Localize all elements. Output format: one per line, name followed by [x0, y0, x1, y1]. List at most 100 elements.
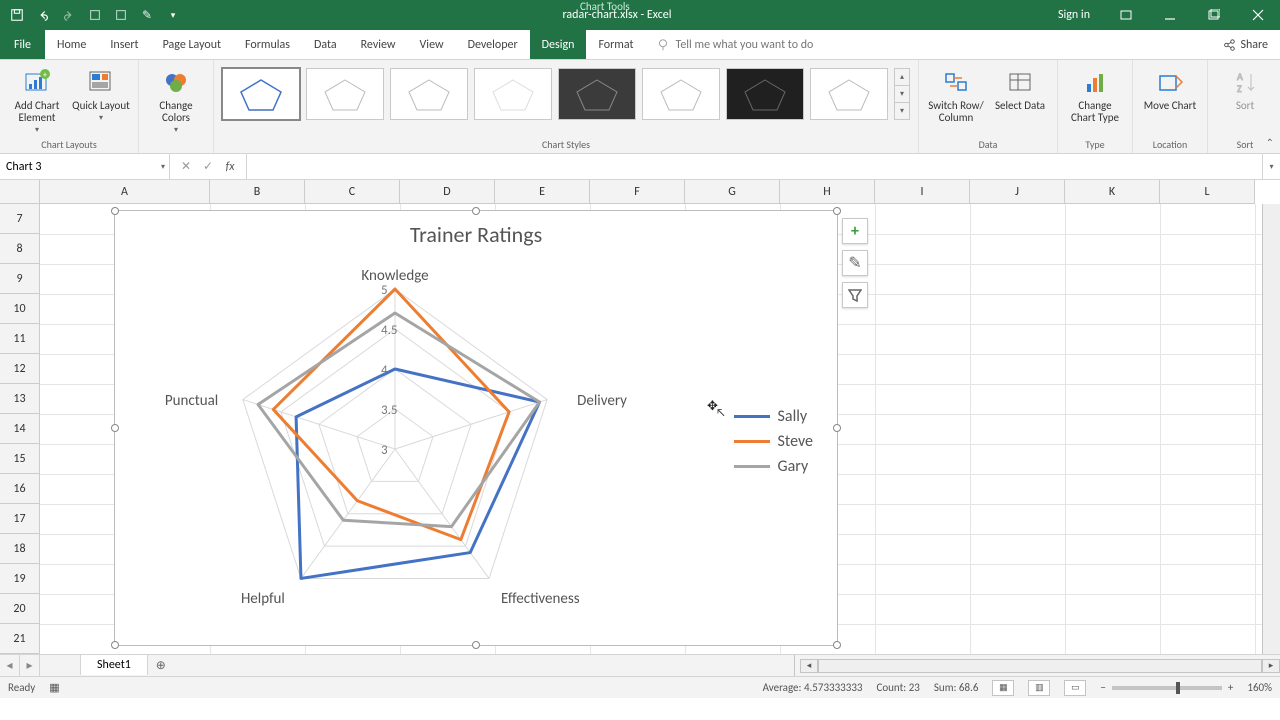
- row-header[interactable]: 13: [0, 384, 40, 414]
- quick-layout-button[interactable]: Quick Layout▾: [72, 62, 130, 124]
- row-header[interactable]: 19: [0, 564, 40, 594]
- chart-plot-area[interactable]: KnowledgeDeliveryEffectivenessHelpfulPun…: [195, 259, 655, 619]
- row-header[interactable]: 8: [0, 234, 40, 264]
- row-header[interactable]: 14: [0, 414, 40, 444]
- chart-filters-button[interactable]: [842, 282, 868, 308]
- select-all-cell[interactable]: [0, 180, 40, 204]
- select-data-button[interactable]: Select Data: [991, 62, 1049, 112]
- tab-scroll-left-icon[interactable]: ◂: [0, 655, 20, 676]
- qat-btn-1[interactable]: [84, 4, 106, 26]
- undo-icon[interactable]: [32, 4, 54, 26]
- tab-scroll-right-icon[interactable]: ▸: [20, 655, 40, 676]
- column-header[interactable]: K: [1065, 180, 1160, 204]
- tab-insert[interactable]: Insert: [98, 30, 150, 59]
- row-header[interactable]: 16: [0, 474, 40, 504]
- row-header[interactable]: 15: [0, 444, 40, 474]
- chart-style-1[interactable]: [222, 68, 300, 120]
- legend-item[interactable]: Steve: [734, 432, 813, 451]
- tab-page-layout[interactable]: Page Layout: [151, 30, 233, 59]
- change-chart-type-button[interactable]: Change Chart Type: [1066, 62, 1124, 124]
- tab-format[interactable]: Format: [586, 30, 645, 59]
- name-box-dropdown-icon[interactable]: ▾: [161, 162, 165, 172]
- tab-formulas[interactable]: Formulas: [233, 30, 302, 59]
- column-header[interactable]: E: [495, 180, 590, 204]
- row-header[interactable]: 17: [0, 504, 40, 534]
- macro-record-icon[interactable]: ▦: [49, 681, 59, 694]
- style-gallery-scroll[interactable]: ▴▾▾: [894, 68, 910, 120]
- column-header[interactable]: L: [1160, 180, 1255, 204]
- column-header[interactable]: A: [40, 180, 210, 204]
- new-sheet-button[interactable]: ⊕: [148, 655, 174, 676]
- row-header[interactable]: 12: [0, 354, 40, 384]
- move-chart-button[interactable]: Move Chart: [1141, 62, 1199, 112]
- switch-row-column-button[interactable]: Switch Row/ Column: [927, 62, 985, 124]
- vertical-scrollbar[interactable]: [1262, 204, 1280, 654]
- share-button[interactable]: Share: [1210, 30, 1280, 59]
- chart-style-3[interactable]: [390, 68, 468, 120]
- tab-design[interactable]: Design: [530, 30, 587, 59]
- row-header[interactable]: 9: [0, 264, 40, 294]
- chart-styles-button[interactable]: ✎: [842, 250, 868, 276]
- fx-icon[interactable]: fx: [222, 160, 238, 174]
- expand-formula-bar-icon[interactable]: ▾: [1262, 154, 1280, 179]
- column-header[interactable]: B: [210, 180, 305, 204]
- name-box[interactable]: Chart 3 ▾: [0, 154, 170, 179]
- collapse-ribbon-icon[interactable]: ⌃: [1266, 136, 1274, 149]
- minimize-icon[interactable]: [1148, 0, 1192, 30]
- column-header[interactable]: J: [970, 180, 1065, 204]
- add-chart-element-button[interactable]: + Add Chart Element▾: [8, 62, 66, 136]
- chart-style-6[interactable]: [642, 68, 720, 120]
- tab-developer[interactable]: Developer: [456, 30, 530, 59]
- chart-object[interactable]: Trainer Ratings KnowledgeDeliveryEffecti…: [114, 210, 838, 646]
- page-layout-view-icon[interactable]: ▥: [1028, 680, 1050, 696]
- normal-view-icon[interactable]: ▦: [992, 680, 1014, 696]
- formula-input[interactable]: [247, 154, 1262, 179]
- chart-style-5[interactable]: [558, 68, 636, 120]
- chart-elements-button[interactable]: +: [842, 218, 868, 244]
- enter-formula-icon[interactable]: ✓: [200, 159, 216, 174]
- row-header[interactable]: 7: [0, 204, 40, 234]
- zoom-slider[interactable]: − +: [1100, 681, 1233, 694]
- chart-legend[interactable]: Sally Steve Gary: [734, 401, 813, 482]
- save-icon[interactable]: [6, 4, 28, 26]
- tab-home[interactable]: Home: [45, 30, 98, 59]
- page-break-view-icon[interactable]: ▭: [1064, 680, 1086, 696]
- zoom-out-icon[interactable]: −: [1100, 681, 1105, 694]
- close-icon[interactable]: [1236, 0, 1280, 30]
- column-header[interactable]: G: [685, 180, 780, 204]
- legend-item[interactable]: Sally: [734, 407, 813, 426]
- tab-review[interactable]: Review: [349, 30, 408, 59]
- redo-icon[interactable]: [58, 4, 80, 26]
- tab-data[interactable]: Data: [302, 30, 349, 59]
- legend-item[interactable]: Gary: [734, 457, 813, 476]
- zoom-level[interactable]: 160%: [1247, 681, 1272, 694]
- worksheet-grid[interactable]: ABCDEFGHIJKL 789101112131415161718192021…: [0, 180, 1280, 654]
- row-header[interactable]: 20: [0, 594, 40, 624]
- column-header[interactable]: H: [780, 180, 875, 204]
- sort-button[interactable]: AZ Sort: [1216, 62, 1274, 112]
- tab-file[interactable]: File: [0, 30, 45, 59]
- horizontal-scrollbar[interactable]: ◂▸: [800, 655, 1280, 676]
- change-colors-button[interactable]: Change Colors▾: [147, 62, 205, 136]
- row-header[interactable]: 11: [0, 324, 40, 354]
- row-header[interactable]: 10: [0, 294, 40, 324]
- sign-in-link[interactable]: Sign in: [1044, 8, 1104, 22]
- qat-btn-2[interactable]: [110, 4, 132, 26]
- qat-customize-icon[interactable]: ▾: [162, 4, 184, 26]
- tab-view[interactable]: View: [408, 30, 456, 59]
- tell-me-search[interactable]: Tell me what you want to do: [646, 30, 1211, 59]
- zoom-in-icon[interactable]: +: [1228, 681, 1233, 694]
- column-header[interactable]: C: [305, 180, 400, 204]
- ribbon-display-options-icon[interactable]: [1104, 0, 1148, 30]
- chart-style-2[interactable]: [306, 68, 384, 120]
- row-header[interactable]: 18: [0, 534, 40, 564]
- column-header[interactable]: D: [400, 180, 495, 204]
- chart-style-4[interactable]: [474, 68, 552, 120]
- column-header[interactable]: F: [590, 180, 685, 204]
- qat-btn-3[interactable]: ✎: [136, 4, 158, 26]
- cancel-formula-icon[interactable]: ✕: [178, 159, 194, 174]
- sheet-tab-sheet1[interactable]: Sheet1: [80, 654, 148, 675]
- column-header[interactable]: I: [875, 180, 970, 204]
- chart-title[interactable]: Trainer Ratings: [115, 221, 837, 248]
- maximize-icon[interactable]: [1192, 0, 1236, 30]
